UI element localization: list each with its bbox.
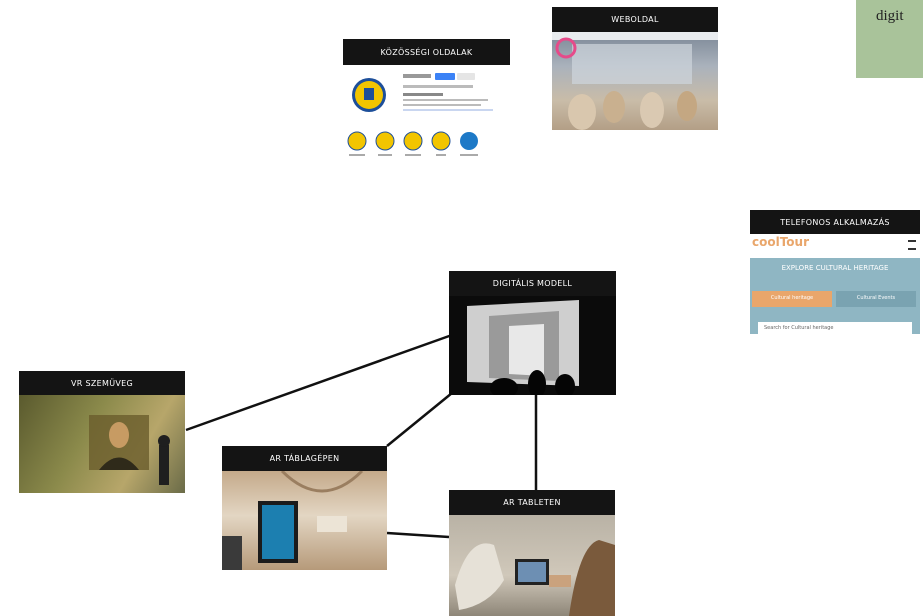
- ar-screen-photo: [222, 469, 387, 570]
- node-artablet[interactable]: AR TABLETEN: [449, 490, 615, 616]
- app-hero: EXPLORE CULTURAL HERITAGE Cultural herit…: [750, 258, 920, 334]
- ar-tablet-photo: [449, 515, 615, 616]
- node-model[interactable]: DIGITÁLIS MODELL: [449, 271, 616, 395]
- tab-cultural-events[interactable]: Cultural Events: [836, 291, 916, 307]
- app-hero-text: EXPLORE CULTURAL HERITAGE: [781, 264, 889, 272]
- menu-icon[interactable]: [908, 240, 916, 250]
- node-arscreen[interactable]: AR TÁBLAGÉPEN: [222, 446, 387, 570]
- projection-room-photo: [449, 296, 616, 395]
- link-arscreen-artablet: [386, 531, 450, 539]
- vr-headset-photo: [19, 395, 185, 493]
- ar-tablet-graphic: [455, 540, 615, 616]
- note-box: digit: [856, 0, 923, 78]
- social-profile-screenshot: [343, 65, 510, 163]
- node-web[interactable]: WEBOLDAL: [552, 7, 718, 130]
- note-text: digit: [876, 8, 904, 24]
- social-profile-graphic: [347, 73, 493, 156]
- projection-graphic: [467, 300, 579, 395]
- node-title: VR SZEMÜVEG: [19, 371, 185, 395]
- app-brand: coolTour: [752, 235, 810, 249]
- mona-lisa-graphic: [89, 415, 170, 485]
- node-app[interactable]: TELEFONOS ALKALMAZÁS coolTour EXPLORE CU…: [750, 210, 920, 334]
- link-vr-model: [185, 333, 453, 432]
- tab-label: Cultural heritage: [770, 295, 814, 301]
- node-vr[interactable]: VR SZEMÜVEG: [19, 371, 185, 493]
- node-title: KÖZÖSSÉGI OLDALAK: [343, 39, 510, 65]
- tab-label: Cultural Events: [856, 295, 896, 301]
- node-title: AR TABLETEN: [449, 490, 615, 515]
- node-title: DIGITÁLIS MODELL: [449, 271, 616, 296]
- node-title: WEBOLDAL: [552, 7, 718, 32]
- app-screenshot: coolTour EXPLORE CULTURAL HERITAGE Cultu…: [750, 234, 920, 334]
- museum-hall-photo: [552, 32, 718, 130]
- amphora-graphic: [552, 32, 718, 130]
- search-field[interactable]: Search for Cultural heritage: [758, 322, 912, 334]
- search-placeholder: Search for Cultural heritage: [764, 325, 834, 331]
- node-social[interactable]: KÖZÖSSÉGI OLDALAK: [343, 39, 510, 163]
- ar-screen-graphic: [222, 469, 364, 570]
- node-title: TELEFONOS ALKALMAZÁS: [750, 210, 920, 234]
- node-title: AR TÁBLAGÉPEN: [222, 446, 387, 471]
- link-arscreen-model: [386, 392, 453, 447]
- tab-cultural-heritage[interactable]: Cultural heritage: [752, 291, 832, 307]
